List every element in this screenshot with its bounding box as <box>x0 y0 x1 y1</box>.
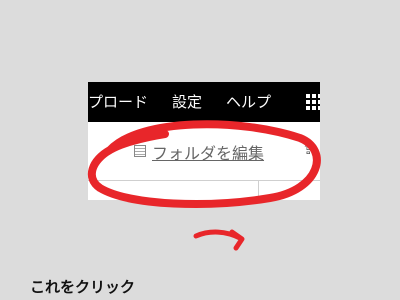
highlight-circle <box>87 120 321 208</box>
annotation-overlay <box>87 120 321 251</box>
instruction-caption: これをクリック <box>30 278 136 296</box>
arrow-icon <box>193 229 245 251</box>
